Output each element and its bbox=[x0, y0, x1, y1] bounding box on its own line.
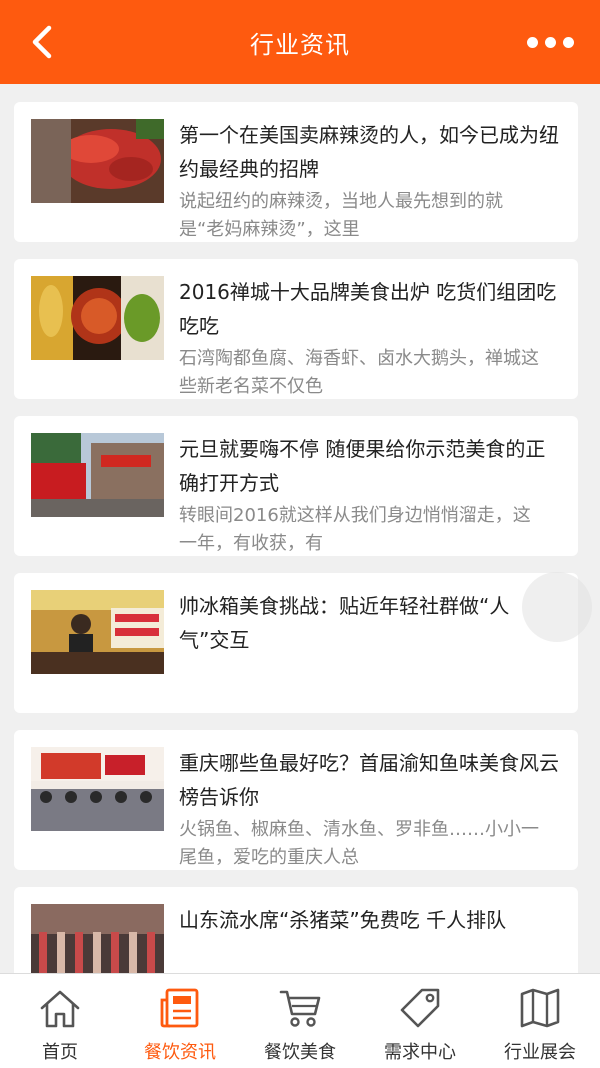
article-summary: 说起纽约的麻辣烫，当地人最先想到的就是“老妈麻辣烫”，这里 bbox=[179, 191, 503, 240]
article-card[interactable]: 2016禅城十大品牌美食出炉 吃货们组团吃吃吃 石湾陶都鱼腐、海香虾、卤水大鹅头… bbox=[14, 259, 578, 399]
article-summary: 火锅鱼、椒麻鱼、清水鱼、罗非鱼……小小一尾鱼，爱吃的重庆人总 bbox=[179, 819, 539, 868]
tab-home[interactable]: 首页 bbox=[0, 974, 120, 1068]
article-title: 帅冰箱美食挑战：贴近年轻社群做“人气”交互 bbox=[179, 594, 510, 652]
article-list[interactable]: 第一个在美国卖麻辣烫的人，如今已成为纽约最经典的招牌 说起纽约的麻辣烫，当地人最… bbox=[0, 84, 600, 973]
chevron-left-icon bbox=[32, 25, 52, 59]
tag-icon bbox=[400, 988, 440, 1028]
article-thumbnail bbox=[31, 433, 164, 517]
article-title: 元旦就要嗨不停 随便果给你示范美食的正确打开方式 bbox=[179, 437, 546, 495]
article-title: 山东流水席“杀猪菜”免费吃 千人排队 bbox=[179, 908, 507, 932]
tab-label: 需求中心 bbox=[384, 1042, 456, 1063]
article-thumbnail bbox=[31, 119, 164, 203]
more-dots-icon bbox=[526, 36, 538, 48]
article-title: 重庆哪些鱼最好吃？首届渝知鱼味美食风云榜告诉你 bbox=[179, 751, 559, 809]
tab-demand[interactable]: 需求中心 bbox=[360, 974, 480, 1068]
article-thumbnail bbox=[31, 904, 164, 973]
article-title: 2016禅城十大品牌美食出炉 吃货们组团吃吃吃 bbox=[179, 280, 557, 338]
article-card[interactable]: 重庆哪些鱼最好吃？首届渝知鱼味美食风云榜告诉你 火锅鱼、椒麻鱼、清水鱼、罗非鱼…… bbox=[14, 730, 578, 870]
bottom-tab-bar: 首页 餐饮资讯 餐饮美食 需求中心 行业展会 bbox=[0, 973, 600, 1068]
article-summary bbox=[179, 659, 539, 713]
floating-button[interactable] bbox=[522, 572, 592, 642]
page-title: 行业资讯 bbox=[250, 30, 350, 59]
tab-label: 餐饮资讯 bbox=[144, 1042, 216, 1063]
article-thumbnail bbox=[31, 747, 164, 831]
app-header: 行业资讯 bbox=[0, 0, 600, 84]
map-icon bbox=[520, 988, 560, 1028]
article-summary: 转眼间2016就这样从我们身边悄悄溜走，这一年，有收获，有 bbox=[179, 505, 531, 554]
tab-food[interactable]: 餐饮美食 bbox=[240, 974, 360, 1068]
tab-label: 首页 bbox=[42, 1042, 78, 1063]
article-card[interactable]: 第一个在美国卖麻辣烫的人，如今已成为纽约最经典的招牌 说起纽约的麻辣烫，当地人最… bbox=[14, 102, 578, 242]
cart-icon bbox=[279, 990, 321, 1027]
article-thumbnail bbox=[31, 276, 164, 360]
home-icon bbox=[40, 990, 80, 1028]
news-icon bbox=[160, 988, 199, 1028]
article-thumbnail bbox=[31, 590, 164, 674]
back-button[interactable] bbox=[20, 20, 64, 64]
tab-expo[interactable]: 行业展会 bbox=[480, 974, 600, 1068]
tab-label: 行业展会 bbox=[504, 1042, 576, 1063]
article-title: 第一个在美国卖麻辣烫的人，如今已成为纽约最经典的招牌 bbox=[179, 123, 559, 181]
article-card[interactable]: 元旦就要嗨不停 随便果给你示范美食的正确打开方式 转眼间2016就这样从我们身边… bbox=[14, 416, 578, 556]
more-button[interactable] bbox=[518, 22, 582, 62]
article-card[interactable]: 山东流水席“杀猪菜”免费吃 千人排队 bbox=[14, 887, 578, 973]
article-summary: 石湾陶都鱼腐、海香虾、卤水大鹅头，禅城这些新老名菜不仅色 bbox=[179, 348, 539, 397]
article-card[interactable]: 帅冰箱美食挑战：贴近年轻社群做“人气”交互 bbox=[14, 573, 578, 713]
tab-label: 餐饮美食 bbox=[264, 1042, 336, 1063]
tab-news[interactable]: 餐饮资讯 bbox=[120, 974, 240, 1068]
